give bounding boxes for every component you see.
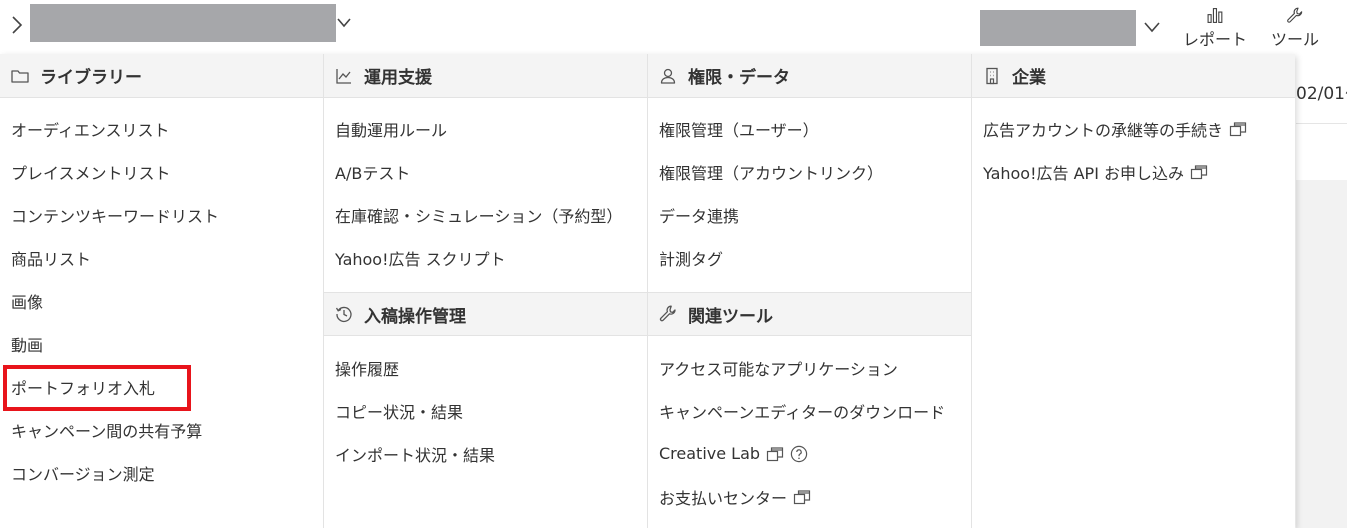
- menu-item-product-list[interactable]: 商品リスト: [0, 236, 323, 279]
- external-window-icon: [793, 489, 811, 504]
- menu-item-placement-list[interactable]: プレイスメントリスト: [0, 150, 323, 193]
- menu-item-campaign-editor-download[interactable]: キャンペーンエディターのダウンロード: [648, 389, 971, 432]
- section-title: 企業: [1012, 68, 1046, 88]
- menu-item-permission-account-link[interactable]: 権限管理（アカウントリンク）: [648, 150, 971, 193]
- menu-item-label: Yahoo!広告 API お申し込み: [983, 163, 1184, 183]
- menu-item-creative-lab[interactable]: Creative Lab: [648, 432, 971, 475]
- menu-item-shared-budget[interactable]: キャンペーン間の共有予算: [0, 408, 323, 451]
- menu-item-permission-users[interactable]: 権限管理（ユーザー）: [648, 107, 971, 150]
- background-panel: [1296, 180, 1347, 528]
- external-window-icon: [1190, 164, 1208, 179]
- menu-item-measurement-tags[interactable]: 計測タグ: [648, 236, 971, 279]
- menu-item-accessible-apps[interactable]: アクセス可能なアプリケーション: [648, 346, 971, 389]
- menu-item-audience-list[interactable]: オーディエンスリスト: [0, 107, 323, 150]
- menu-item-conversion-measurement[interactable]: コンバージョン測定: [0, 451, 323, 494]
- section-title: 入稿操作管理: [364, 306, 466, 327]
- line-chart-icon: [336, 68, 351, 84]
- menu-column-library: ライブラリー オーディエンスリスト プレイスメントリスト コンテンツキーワードリ…: [0, 54, 323, 528]
- section-header-submission: 入稿操作管理: [324, 292, 647, 336]
- menu-item-payment-center[interactable]: お支払いセンター: [648, 475, 971, 518]
- folder-icon: [11, 69, 29, 83]
- menu-item-data-integration[interactable]: データ連携: [648, 193, 971, 236]
- background-divider: [1296, 123, 1347, 124]
- menu-item-label: お支払いセンター: [659, 488, 788, 508]
- menu-item-ab-test[interactable]: A/Bテスト: [324, 150, 647, 193]
- menu-column-operations: 運用支援 自動運用ルール A/Bテスト 在庫確認・シミュレーション（予約型） Y…: [323, 54, 647, 528]
- background-date-range: 02/01〜: [1296, 84, 1347, 104]
- menu-item-import-status[interactable]: インポート状況・結果: [324, 432, 647, 475]
- menu-item-inventory-simulation[interactable]: 在庫確認・シミュレーション（予約型）: [324, 193, 647, 236]
- wrench-icon: [659, 305, 676, 322]
- section-title: 運用支援: [364, 68, 432, 88]
- tools-label: ツール: [1270, 30, 1319, 49]
- help-icon[interactable]: [790, 445, 808, 463]
- bar-chart-icon: [1207, 8, 1223, 23]
- menu-item-copy-status[interactable]: コピー状況・結果: [324, 389, 647, 432]
- section-title: ライブラリー: [40, 68, 142, 88]
- user-name-redacted[interactable]: [980, 10, 1136, 46]
- section-header-operations: 運用支援: [324, 54, 647, 98]
- menu-item-content-keyword-list[interactable]: コンテンツキーワードリスト: [0, 193, 323, 236]
- menu-column-permissions: 権限・データ 権限管理（ユーザー） 権限管理（アカウントリンク） データ連携 計…: [647, 54, 971, 528]
- section-title: 権限・データ: [688, 68, 790, 88]
- building-icon: [986, 67, 998, 84]
- menu-item-videos[interactable]: 動画: [0, 322, 323, 365]
- section-header-library: ライブラリー: [0, 54, 323, 98]
- section-header-related-tools: 関連ツール: [648, 292, 971, 336]
- user-icon: [660, 68, 676, 84]
- wrench-icon: [1287, 7, 1303, 23]
- menu-column-company: 企業 広告アカウントの承継等の手続き Yahoo!広告 API お申し込み: [971, 54, 1295, 528]
- chevron-down-icon[interactable]: [1143, 20, 1161, 34]
- menu-item-images[interactable]: 画像: [0, 279, 323, 322]
- menu-item-portfolio-bidding[interactable]: ポートフォリオ入札: [0, 365, 323, 408]
- section-header-company: 企業: [972, 54, 1295, 98]
- menu-item-operation-history[interactable]: 操作履歴: [324, 346, 647, 389]
- report-label: レポート: [1182, 30, 1247, 49]
- history-icon: [335, 306, 352, 323]
- section-title: 関連ツール: [688, 306, 773, 327]
- external-window-icon: [766, 446, 784, 461]
- chevron-down-icon[interactable]: [336, 16, 352, 30]
- chevron-right-icon[interactable]: [9, 14, 25, 36]
- top-bar: レポート ツール: [0, 0, 1347, 54]
- menu-item-label: Creative Lab: [659, 444, 761, 463]
- external-window-icon: [1229, 121, 1247, 136]
- report-button[interactable]: レポート: [1182, 6, 1248, 50]
- menu-item-auto-rules[interactable]: 自動運用ルール: [324, 107, 647, 150]
- menu-item-label: 広告アカウントの承継等の手続き: [983, 120, 1224, 140]
- menu-item-yahoo-scripts[interactable]: Yahoo!広告 スクリプト: [324, 236, 647, 279]
- tools-mega-menu: ライブラリー オーディエンスリスト プレイスメントリスト コンテンツキーワードリ…: [0, 54, 1295, 528]
- account-name-redacted[interactable]: [30, 4, 336, 42]
- menu-item-account-succession[interactable]: 広告アカウントの承継等の手続き: [972, 107, 1295, 150]
- menu-item-api-application[interactable]: Yahoo!広告 API お申し込み: [972, 150, 1295, 193]
- tools-button[interactable]: ツール: [1268, 6, 1322, 50]
- section-header-permissions: 権限・データ: [648, 54, 971, 98]
